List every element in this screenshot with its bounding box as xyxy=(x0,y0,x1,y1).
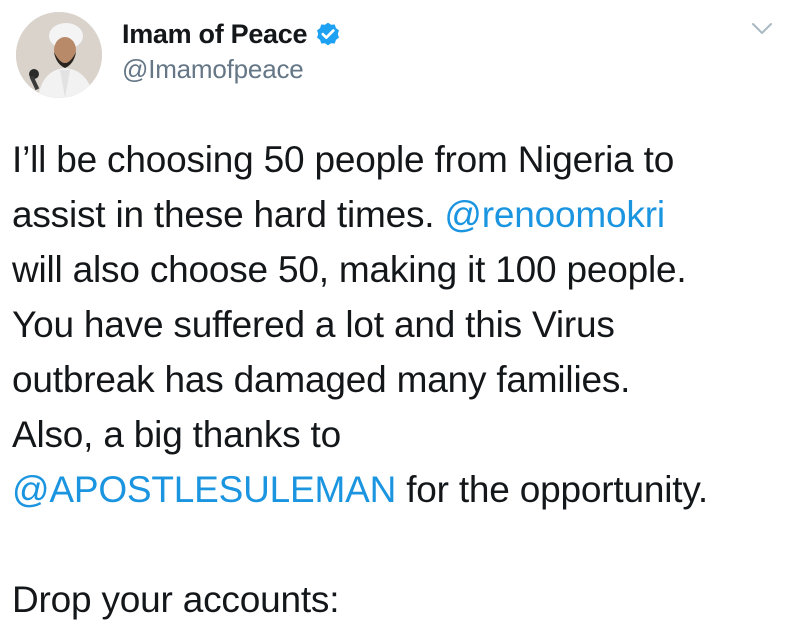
mention-link-apostlesuleman[interactable]: @APOSTLESULEMAN xyxy=(12,469,396,510)
tweet-line: outbreak has damaged many families. xyxy=(12,359,631,400)
tweet-line: Drop your accounts: xyxy=(12,579,340,620)
verified-badge-icon xyxy=(314,20,342,48)
tweet-text-segment: for the opportunity. xyxy=(396,469,708,510)
tweet-text-segment: assist in these hard times. xyxy=(12,194,445,235)
user-handle[interactable]: @Imamofpeace xyxy=(122,54,304,85)
tweet-text: I’ll be choosing 50 people from Nigeria … xyxy=(12,132,792,627)
chevron-down-icon[interactable] xyxy=(750,20,774,38)
tweet-line: will also choose 50, making it 100 peopl… xyxy=(12,249,687,290)
tweet-card: Imam of Peace @Imamofpeace I’ll be choos… xyxy=(0,0,802,620)
tweet-line: You have suffered a lot and this Virus xyxy=(12,304,615,345)
tweet-line: @APOSTLESULEMAN for the opportunity. xyxy=(12,462,792,517)
avatar[interactable] xyxy=(16,12,102,98)
tweet-line: Also, a big thanks to xyxy=(12,414,341,455)
tweet-line: assist in these hard times. @renoomokri xyxy=(12,187,792,242)
display-name-row[interactable]: Imam of Peace xyxy=(122,16,342,52)
mention-link-renoomokri[interactable]: @renoomokri xyxy=(444,194,665,235)
tweet-line: I’ll be choosing 50 people from Nigeria … xyxy=(12,139,675,180)
display-name[interactable]: Imam of Peace xyxy=(122,19,308,50)
user-avatar-icon xyxy=(16,12,102,98)
